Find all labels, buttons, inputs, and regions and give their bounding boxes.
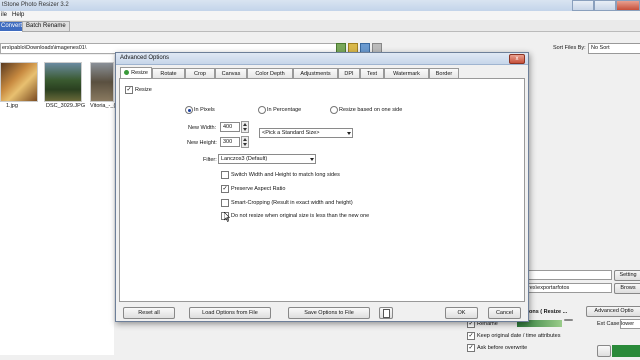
close-window-button[interactable] xyxy=(616,0,640,11)
preview-icon[interactable] xyxy=(597,345,611,357)
reset-all-button[interactable]: Reset all xyxy=(123,307,175,319)
ext-case-label: Ext Case: xyxy=(597,321,621,327)
thumbnail-1[interactable] xyxy=(0,62,38,102)
filter-select[interactable]: Lanczos3 (Default) xyxy=(218,154,316,164)
resize-panel: ✓ Resize In Pixels In Percentage Resize … xyxy=(119,78,525,302)
ask-overwrite-label: Ask before overwrite xyxy=(477,345,528,351)
thumbnail-label-1: 1.jpg xyxy=(6,103,18,109)
one-side-label: Resize based on one side xyxy=(339,107,403,113)
in-pixels-label: In Pixels xyxy=(194,107,215,113)
new-height-input[interactable]: 300 xyxy=(220,137,240,147)
smart-cropping-checkbox[interactable] xyxy=(221,199,229,207)
output-folder-field[interactable]: res\exportarfotos xyxy=(527,283,612,293)
sort-select[interactable]: No Sort xyxy=(588,43,640,54)
resize-checkbox[interactable]: ✓ xyxy=(125,86,133,94)
preserve-aspect-label: Preserve Aspect Ratio xyxy=(231,186,286,192)
sort-label: Sort Files By: xyxy=(553,45,586,51)
advanced-options-label: ons ( Resize ... xyxy=(529,309,568,315)
dialog-close-button[interactable]: x xyxy=(509,54,525,64)
save-options-button[interactable]: Save Options to File xyxy=(288,307,370,319)
no-upscale-label: Do not resize when original size is less… xyxy=(231,213,370,219)
convert-button[interactable] xyxy=(612,345,640,357)
thumbnail-3[interactable] xyxy=(90,62,114,102)
standard-size-select[interactable]: <Pick a Standard Size> xyxy=(259,128,353,138)
thumbnail-label-3: Vitoria_-_( xyxy=(90,103,116,109)
new-width-input[interactable]: 400 xyxy=(220,122,240,132)
mouse-cursor-icon xyxy=(224,212,230,222)
new-height-label: New Height: xyxy=(187,140,217,146)
one-side-radio[interactable] xyxy=(330,106,338,114)
rename-help-button[interactable] xyxy=(564,319,573,321)
app-title: tStone Photo Resizer 3.2 xyxy=(2,2,69,8)
keep-date-checkbox[interactable]: ✓ xyxy=(467,332,475,340)
new-height-spinner[interactable] xyxy=(241,136,249,148)
cancel-button[interactable]: Cancel xyxy=(488,307,521,319)
new-width-label: New Width: xyxy=(188,125,217,131)
thumbnail-2[interactable] xyxy=(44,62,82,102)
in-percentage-label: In Percentage xyxy=(267,107,302,113)
app-tab-bar: Convert Batch Rename xyxy=(0,20,640,32)
browse-button[interactable]: Brows xyxy=(614,283,640,294)
switch-sides-checkbox[interactable] xyxy=(221,171,229,179)
load-options-button[interactable]: Load Options from File xyxy=(189,307,271,319)
advanced-options-button[interactable]: Advanced Optio xyxy=(586,306,640,317)
preserve-aspect-checkbox[interactable]: ✓ xyxy=(221,185,229,193)
new-width-spinner[interactable] xyxy=(241,121,249,133)
settings-button[interactable]: Setting xyxy=(614,270,640,281)
menu-file[interactable]: ile xyxy=(1,12,7,18)
in-percentage-radio[interactable] xyxy=(258,106,266,114)
dialog-title: Advanced Options xyxy=(120,55,170,61)
thumbnail-label-2: DSC_3029.JPG xyxy=(46,103,86,109)
advanced-options-dialog: Advanced Options x Resize Rotate Crop Ca… xyxy=(115,52,529,322)
tab-batch-rename[interactable]: Batch Rename xyxy=(22,21,70,32)
filter-label: Filter: xyxy=(203,157,217,163)
ext-case-select[interactable]: lower xyxy=(620,319,640,329)
smart-cropping-label: Smart-Cropping (Result in exact width an… xyxy=(231,200,353,206)
ok-button[interactable]: OK xyxy=(445,307,478,319)
dialog-title-bar: Advanced Options x xyxy=(116,53,528,65)
keep-date-label: Keep original date / time attributes xyxy=(477,333,561,339)
switch-sides-label: Switch Width and Height to match long si… xyxy=(231,172,340,178)
minimize-button[interactable] xyxy=(572,0,594,11)
format-select[interactable] xyxy=(527,270,612,280)
ask-overwrite-checkbox[interactable]: ✓ xyxy=(467,344,475,352)
menu-help[interactable]: Help xyxy=(12,12,24,18)
maximize-button[interactable] xyxy=(594,0,616,11)
options-file-icon[interactable] xyxy=(379,307,393,319)
resize-label: Resize xyxy=(135,87,152,93)
in-pixels-radio[interactable] xyxy=(185,106,193,114)
